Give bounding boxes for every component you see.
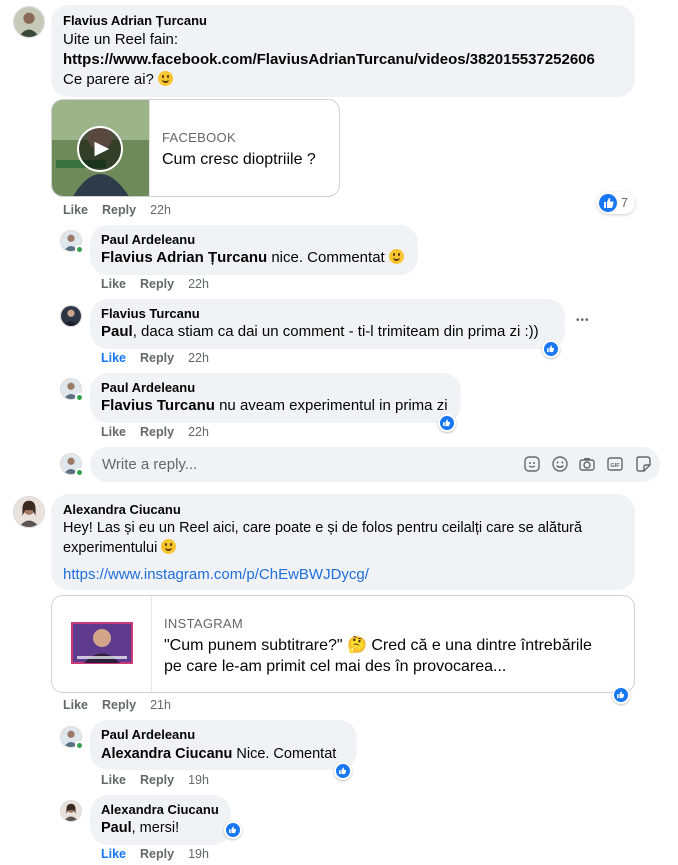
thumbs-up-icon[interactable] [612,686,630,704]
play-button-icon[interactable] [77,126,123,172]
reply-button[interactable]: Reply [140,847,174,861]
timestamp[interactable]: 22h [188,277,209,291]
avatar[interactable] [60,800,82,822]
like-button[interactable]: Like [101,847,126,861]
reply-author[interactable]: Alexandra Ciucanu [101,802,219,817]
timestamp[interactable]: 22h [188,351,209,365]
thumbs-up-icon [599,194,617,212]
avatar[interactable] [13,6,45,38]
reply-author[interactable]: Paul Ardeleanu [101,727,195,742]
timestamp[interactable]: 22h [188,425,209,439]
timestamp[interactable]: 19h [188,847,209,861]
online-status-dot [75,468,84,477]
smile-emoji-icon [158,71,174,86]
online-status-dot [75,393,84,402]
comment-author[interactable]: Alexandra Ciucanu [63,502,181,517]
thumbs-up-icon[interactable] [542,340,560,358]
comment-link[interactable]: https://www.instagram.com/p/ChEwBWJDycg/ [63,565,369,585]
comment-text: Hey! Las și eu un Reel aici, care poate … [63,520,583,536]
reply-actions: Like Reply 19h [101,847,223,861]
comment-text-line: Ce parere ai? [63,71,154,88]
like-button[interactable]: Like [101,425,126,439]
mention-link[interactable]: Alexandra Ciucanu [101,746,232,762]
mention-link[interactable]: Flavius Adrian Țurcanu [101,249,267,266]
avatar[interactable] [13,496,45,528]
avatar-sticker-icon[interactable] [523,455,541,473]
mention-link[interactable]: Paul [101,323,133,340]
reply-body: , daca stiam ca dai un comment - ti-l tr… [132,323,539,340]
reply-actions: Like Reply 22h [101,425,223,439]
preview-divider [149,100,150,196]
comment-link[interactable]: https://www.facebook.com/FlaviusAdrianTu… [63,50,595,70]
video-thumbnail[interactable] [52,100,149,196]
preview-thumbnail[interactable] [52,596,151,692]
reply-input-placeholder: Write a reply... [102,456,198,473]
thumbs-up-icon[interactable] [438,414,456,432]
reply-body: , mersi! [131,820,180,836]
reply-author[interactable]: Paul Ardeleanu [101,232,195,247]
reply-body: Nice. Comentat [232,746,337,762]
preview-title: Cum cresc dioptriile ? [162,151,316,168]
online-status-dot [75,245,84,254]
link-preview-card[interactable]: INSTAGRAM "Cum punem subtitrare?" 🤔 Cred… [51,595,635,693]
mention-link[interactable]: Flavius Turcanu [101,397,215,414]
camera-icon[interactable] [578,455,596,473]
reply-actions: Like Reply 19h [101,773,223,787]
timestamp[interactable]: 19h [188,773,209,787]
like-button[interactable]: Like [101,773,126,787]
reply-text: Paul, daca stiam ca dai un comment - ti-… [101,322,539,342]
reply-text: Flavius Adrian Țurcanu nice. Commentat [101,248,404,268]
reply-button[interactable]: Reply [102,203,136,217]
reply-author[interactable]: Paul Ardeleanu [101,380,195,395]
thumbs-up-icon[interactable] [224,821,242,839]
link-preview-card[interactable]: FACEBOOK Cum cresc dioptriile ? [51,99,340,197]
like-button[interactable]: Like [101,277,126,291]
preview-source: INSTAGRAM [164,616,244,631]
gif-icon[interactable]: GIF [606,455,624,473]
reply-actions: Like Reply 22h [101,351,223,365]
comment-text-line: experimentului [63,540,158,556]
reply-author[interactable]: Flavius Turcanu [101,306,200,321]
reaction-summary[interactable]: 7 [597,192,635,214]
avatar[interactable] [60,305,82,327]
reply-button[interactable]: Reply [102,698,136,712]
like-button[interactable]: Like [63,203,88,217]
comment-text: Uite un Reel fain: [63,31,179,48]
smile-emoji-icon [388,249,404,264]
svg-text:GIF: GIF [610,463,620,469]
preview-divider [151,596,152,692]
timestamp[interactable]: 21h [150,698,171,712]
preview-source: FACEBOOK [162,130,236,145]
online-status-dot [75,741,84,750]
preview-title: "Cum punem subtitrare?" 🤔 Cred că e una … [164,637,592,654]
reply-body: nice. Commentat [267,249,385,266]
reply-button[interactable]: Reply [140,277,174,291]
comment-actions: Like Reply 21h [63,698,185,712]
mention-link[interactable]: Paul [101,820,132,836]
emoji-icon[interactable] [551,455,569,473]
timestamp[interactable]: 22h [150,203,171,217]
reply-body: nu aveam experimentul in prima zi [214,397,448,414]
preview-title: pe care le-am primit cel mai des în prov… [164,658,507,675]
reply-button[interactable]: Reply [140,351,174,365]
reply-text: Paul, mersi! [101,818,179,838]
reply-button[interactable]: Reply [140,425,174,439]
smiling-emoji-icon [161,539,177,554]
like-button[interactable]: Like [63,698,88,712]
comment-author[interactable]: Flavius Adrian Țurcanu [63,13,207,28]
comment-text: Ce parere ai? [63,70,174,90]
sticker-icon[interactable] [634,455,652,473]
reply-actions: Like Reply 22h [101,277,223,291]
like-button[interactable]: Like [101,351,126,365]
more-options-icon[interactable]: ••• [576,315,590,326]
reply-text: Flavius Turcanu nu aveam experimentul in… [101,396,448,416]
comment-text: experimentului [63,538,177,558]
comment-actions: Like Reply 22h [63,203,185,217]
reply-button[interactable]: Reply [140,773,174,787]
reply-text: Alexandra Ciucanu Nice. Comentat [101,744,336,764]
thumbs-up-icon[interactable] [334,762,352,780]
reaction-count: 7 [621,196,628,210]
